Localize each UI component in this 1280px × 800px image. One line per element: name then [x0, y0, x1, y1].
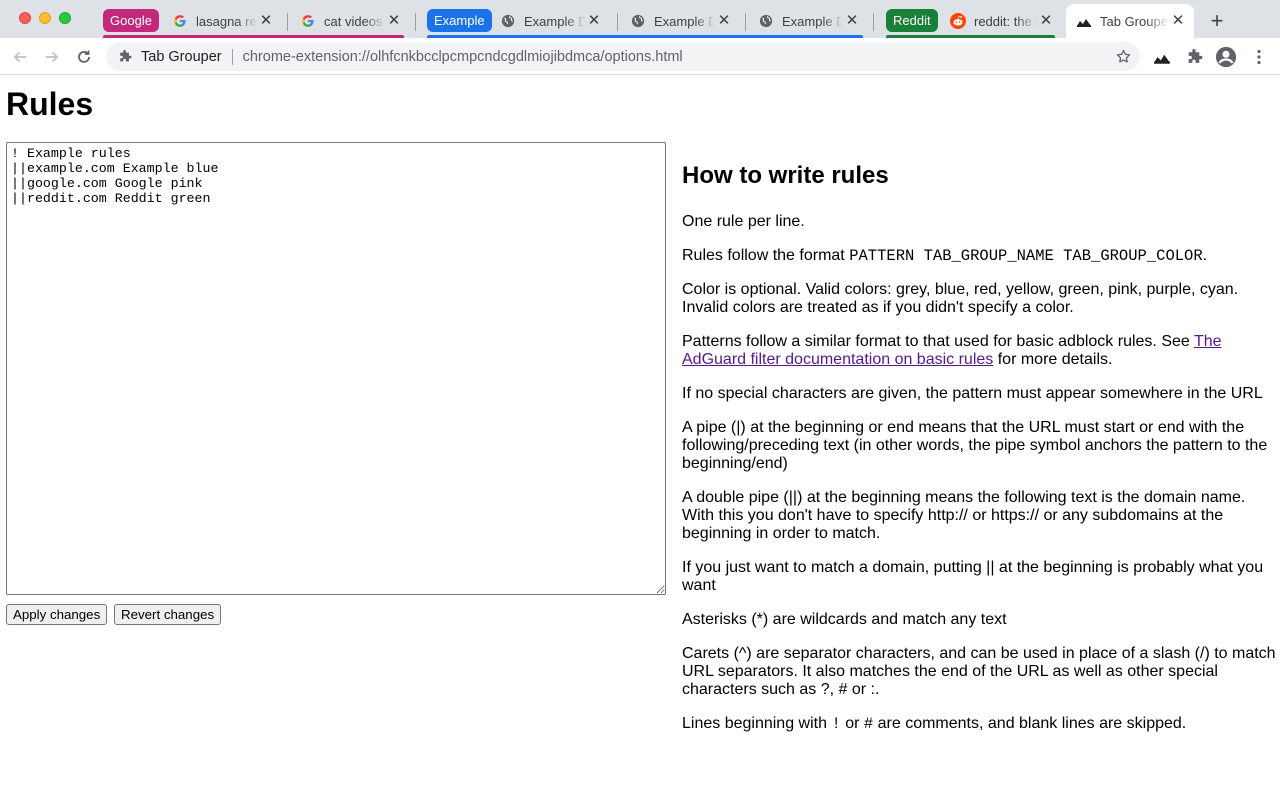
- close-icon[interactable]: ✕: [386, 13, 402, 29]
- page-title: Rules: [6, 86, 94, 122]
- reload-button[interactable]: [73, 46, 95, 68]
- tab-tab-grouper[interactable]: Tab Grouper ✕: [1066, 4, 1194, 38]
- reload-icon: [78, 50, 90, 63]
- help-paragraph-format: Rules follow the format PATTERN TAB_GROU…: [682, 247, 1278, 265]
- globe-icon: [500, 13, 516, 29]
- puzzle-icon: [1188, 48, 1202, 63]
- options-page: Rules ! Example rules ||example.com Exam…: [0, 76, 1280, 800]
- tab-strip: Google lasagna recipe ✕ cat videos ✕ Exa…: [0, 0, 1280, 38]
- help-paragraph-patterns: Patterns follow a similar format to that…: [682, 333, 1278, 369]
- tab-grouper-icon: [1154, 54, 1170, 64]
- tab-group-reddit[interactable]: Reddit: [886, 9, 938, 32]
- close-icon[interactable]: ✕: [258, 13, 274, 29]
- close-window-button[interactable]: [19, 12, 31, 24]
- browser-toolbar: Tab Grouper chrome-extension://olhfcnkbc…: [0, 38, 1280, 75]
- tab-grouper-icon: [1076, 13, 1092, 29]
- browser-menu-button[interactable]: [1247, 45, 1271, 69]
- help-text: .: [1202, 247, 1208, 264]
- tab-reddit[interactable]: reddit: the front page ✕: [940, 8, 1062, 34]
- tab-example-1[interactable]: Example Domain ✕: [490, 8, 610, 34]
- help-paragraph-comments: Lines beginning with ! or # are comments…: [682, 715, 1278, 733]
- url-text[interactable]: chrome-extension://olhfcnkbcclpcmpcndcgd…: [243, 49, 683, 65]
- close-icon[interactable]: ✕: [586, 13, 602, 29]
- globe-icon: [630, 13, 646, 29]
- tab-example-2[interactable]: Example Domain ✕: [620, 8, 740, 34]
- forward-button[interactable]: [41, 46, 63, 68]
- profile-button[interactable]: [1214, 45, 1238, 69]
- tab-divider: [287, 13, 288, 31]
- close-icon[interactable]: ✕: [1038, 13, 1054, 29]
- help-paragraph: If you just want to match a domain, putt…: [682, 559, 1264, 594]
- reddit-icon: [950, 13, 966, 29]
- help-paragraph: Asterisks (*) are wildcards and match an…: [682, 611, 1007, 628]
- globe-icon: [758, 13, 774, 29]
- google-g-icon: [172, 13, 188, 29]
- help-section: How to write rules One rule per line. Ru…: [682, 162, 1278, 749]
- format-code: PATTERN TAB_GROUP_NAME TAB_GROUP_COLOR: [849, 247, 1203, 265]
- help-paragraph: One rule per line.: [682, 213, 805, 230]
- bookmark-star-icon[interactable]: [1115, 48, 1132, 69]
- close-icon[interactable]: ✕: [716, 13, 732, 29]
- help-text: for more details.: [993, 351, 1113, 368]
- help-text: Lines beginning with: [682, 715, 832, 732]
- help-paragraph: A double pipe (||) at the beginning mean…: [682, 489, 1246, 542]
- comment-char-code: #: [863, 715, 874, 733]
- help-text: are comments, and blank lines are skippe…: [873, 715, 1187, 732]
- tab-cat-videos[interactable]: cat videos ✕: [290, 8, 410, 34]
- kebab-menu-icon: [1257, 49, 1261, 65]
- help-text: Rules follow the format: [682, 247, 850, 264]
- tab-title: reddit: the front page: [974, 13, 1038, 29]
- close-icon[interactable]: ✕: [1170, 13, 1186, 29]
- help-text: or: [840, 715, 864, 732]
- close-icon[interactable]: ✕: [844, 13, 860, 29]
- back-button[interactable]: [9, 46, 31, 68]
- help-heading: How to write rules: [682, 162, 889, 189]
- arrow-left-icon: [13, 51, 26, 63]
- revert-changes-button[interactable]: Revert changes: [114, 604, 222, 625]
- tab-group-example[interactable]: Example: [427, 9, 492, 32]
- tab-lasagna[interactable]: lasagna recipe ✕: [162, 8, 282, 34]
- tab-divider: [745, 13, 746, 31]
- site-name: Tab Grouper: [141, 48, 222, 65]
- tab-grouper-extension-button[interactable]: [1150, 45, 1174, 69]
- new-tab-button[interactable]: +: [1204, 8, 1230, 34]
- help-paragraph: A pipe (|) at the beginning or end means…: [682, 419, 1268, 472]
- tab-title: Tab Grouper: [1100, 13, 1170, 29]
- tab-divider: [873, 13, 874, 31]
- tab-title: Example Domain: [654, 13, 716, 29]
- omnibox-divider: [231, 48, 233, 65]
- tab-group-google[interactable]: Google: [103, 9, 159, 32]
- tab-title: Example Domain: [782, 13, 844, 29]
- puzzle-icon: [118, 49, 132, 64]
- minimize-window-button[interactable]: [39, 12, 51, 24]
- arrow-right-icon: [46, 51, 59, 63]
- tab-example-3[interactable]: Example Domain ✕: [748, 8, 868, 34]
- zoom-window-button[interactable]: [59, 12, 71, 24]
- help-paragraph: Color is optional. Valid colors: grey, b…: [682, 281, 1239, 316]
- help-paragraph: Carets (^) are separator characters, and…: [682, 645, 1276, 698]
- rules-textarea[interactable]: ! Example rules ||example.com Example bl…: [6, 142, 666, 595]
- extensions-button[interactable]: [1182, 45, 1206, 69]
- help-text: Patterns follow a similar format to that…: [682, 333, 1194, 350]
- help-paragraph: If no special characters are given, the …: [682, 385, 1263, 402]
- avatar-icon: [1215, 46, 1237, 68]
- tab-divider: [415, 13, 416, 31]
- tab-title: cat videos: [324, 13, 383, 29]
- address-bar[interactable]: Tab Grouper chrome-extension://olhfcnkbc…: [106, 42, 1140, 71]
- tab-divider: [617, 13, 618, 31]
- google-g-icon: [300, 13, 316, 29]
- apply-changes-button[interactable]: Apply changes: [6, 604, 108, 625]
- tab-title: lasagna recipe: [196, 13, 258, 29]
- tab-title: Example Domain: [524, 13, 586, 29]
- comment-char-code: !: [831, 715, 841, 733]
